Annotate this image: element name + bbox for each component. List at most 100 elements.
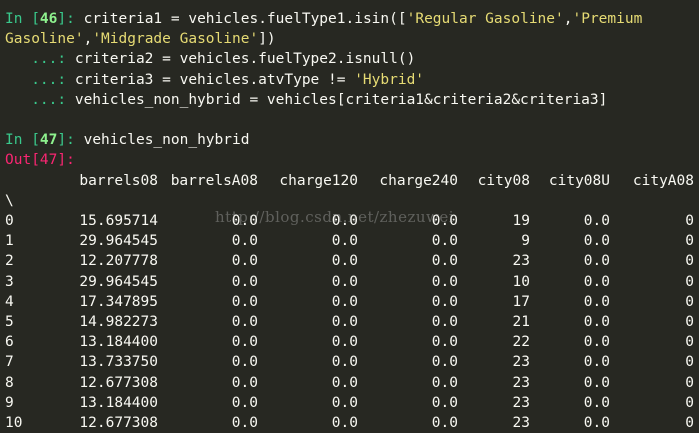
continuation-prompt: ...: bbox=[5, 92, 75, 108]
string-literal: 'Hybrid' bbox=[354, 72, 424, 88]
table-cell: 0 bbox=[610, 292, 694, 312]
column-header: charge120 bbox=[258, 171, 358, 191]
input-line: In [46]: criteria1 = vehicles.fuelType1.… bbox=[5, 9, 699, 29]
table-cell: 23 bbox=[458, 251, 530, 271]
code-text: criteria2 = vehicles.fuelType2.isnull() bbox=[75, 51, 415, 67]
input-prompt: In [47]: bbox=[5, 132, 84, 148]
continuation-line: ...: vehicles_non_hybrid = vehicles[crit… bbox=[5, 90, 699, 110]
table-cell: 0.0 bbox=[158, 211, 258, 231]
table-cell: 0 bbox=[610, 272, 694, 292]
row-index: 8 bbox=[5, 373, 65, 393]
column-header: city08 bbox=[458, 171, 530, 191]
column-header: barrelsA08 bbox=[158, 171, 258, 191]
table-cell: 0.0 bbox=[158, 272, 258, 292]
table-cell: 12.207778 bbox=[65, 251, 158, 271]
table-cell: 0.0 bbox=[358, 251, 458, 271]
row-index: 9 bbox=[5, 393, 65, 413]
table-cell: 17 bbox=[458, 292, 530, 312]
table-cell: 0.0 bbox=[358, 292, 458, 312]
table-cell: 29.964545 bbox=[65, 231, 158, 251]
code-text: criteria3 = vehicles.atvType != bbox=[75, 72, 354, 88]
table-cell: 0.0 bbox=[530, 373, 610, 393]
table-row: 613.1844000.00.00.0220.00 bbox=[5, 332, 694, 352]
table-cell: 23 bbox=[458, 393, 530, 413]
table-cell: 0.0 bbox=[158, 292, 258, 312]
table-cell: 0.0 bbox=[530, 292, 610, 312]
column-header: charge240 bbox=[358, 171, 458, 191]
row-index: 3 bbox=[5, 272, 65, 292]
table-cell: 14.982273 bbox=[65, 312, 158, 332]
table-cell: 0 bbox=[610, 312, 694, 332]
continuation-line: ...: criteria2 = vehicles.fuelType2.isnu… bbox=[5, 49, 699, 69]
table-cell: 0.0 bbox=[258, 373, 358, 393]
table-row: 417.3478950.00.00.0170.00 bbox=[5, 292, 694, 312]
table-row: 913.1844000.00.00.0230.00 bbox=[5, 393, 694, 413]
row-index: 2 bbox=[5, 251, 65, 271]
row-index: 5 bbox=[5, 312, 65, 332]
dataframe-output: barrels08 barrelsA08 charge120 charge240… bbox=[5, 171, 699, 433]
input-line: Gasoline','Midgrade Gasoline']) bbox=[5, 29, 699, 49]
table-cell: 0.0 bbox=[358, 373, 458, 393]
table-cell: 0 bbox=[610, 393, 694, 413]
spacer bbox=[5, 110, 699, 130]
table-cell: 0.0 bbox=[358, 231, 458, 251]
table-cell: 0.0 bbox=[530, 413, 610, 433]
table-body: 015.6957140.00.00.0190.00129.9645450.00.… bbox=[5, 211, 694, 433]
code-text: vehicles_non_hybrid bbox=[84, 132, 250, 148]
table-cell: 0.0 bbox=[158, 413, 258, 433]
column-header: cityA08 bbox=[610, 171, 694, 191]
table-cell: 9 bbox=[458, 231, 530, 251]
table-cell: 0.0 bbox=[158, 231, 258, 251]
row-index: 10 bbox=[5, 413, 65, 433]
continuation-prompt: ...: bbox=[5, 72, 75, 88]
table-cell: 0.0 bbox=[258, 312, 358, 332]
table-cell: 0.0 bbox=[358, 211, 458, 231]
table-row: 329.9645450.00.00.0100.00 bbox=[5, 272, 694, 292]
table-cell: 12.677308 bbox=[65, 413, 158, 433]
table-cell: 13.184400 bbox=[65, 332, 158, 352]
table-cell: 17.347895 bbox=[65, 292, 158, 312]
code-text: vehicles_non_hybrid = vehicles[criteria1… bbox=[75, 92, 608, 108]
code-text: criteria1 = vehicles.fuelType1.isin([ bbox=[84, 11, 407, 27]
table-cell: 0.0 bbox=[258, 272, 358, 292]
table-cell: 0.0 bbox=[530, 393, 610, 413]
table-cell: 23 bbox=[458, 373, 530, 393]
table-cell: 0.0 bbox=[530, 352, 610, 372]
table-cell: 0.0 bbox=[358, 413, 458, 433]
row-index: 7 bbox=[5, 352, 65, 372]
table-cell: 0.0 bbox=[258, 211, 358, 231]
table-cell: 12.677308 bbox=[65, 373, 158, 393]
string-literal: 'Midgrade Gasoline' bbox=[92, 31, 258, 47]
table-cell: 0.0 bbox=[358, 352, 458, 372]
input-prompt: In [46]: bbox=[5, 11, 84, 27]
table-cell: 0 bbox=[610, 251, 694, 271]
ipython-console: In [46]: criteria1 = vehicles.fuelType1.… bbox=[5, 9, 699, 433]
table-cell: 13.733750 bbox=[65, 352, 158, 372]
table-cell: 0.0 bbox=[358, 272, 458, 292]
output-prompt: Out[47]: bbox=[5, 152, 75, 168]
continuation-row: \ bbox=[5, 191, 694, 211]
table-cell: 0.0 bbox=[258, 393, 358, 413]
table-cell: 0.0 bbox=[530, 272, 610, 292]
table-cell: 15.695714 bbox=[65, 211, 158, 231]
continuation-line: ...: criteria3 = vehicles.atvType != 'Hy… bbox=[5, 70, 699, 90]
table-row: 514.9822730.00.00.0210.00 bbox=[5, 312, 694, 332]
table-cell: 0.0 bbox=[530, 251, 610, 271]
table-row: 129.9645450.00.00.090.00 bbox=[5, 231, 694, 251]
table-cell: 0.0 bbox=[358, 393, 458, 413]
table-cell: 0.0 bbox=[258, 292, 358, 312]
row-index: 6 bbox=[5, 332, 65, 352]
table-cell: 0 bbox=[610, 332, 694, 352]
table-cell: 10 bbox=[458, 272, 530, 292]
table-row: 1012.6773080.00.00.0230.00 bbox=[5, 413, 694, 433]
table-cell: 0 bbox=[610, 211, 694, 231]
row-index: 0 bbox=[5, 211, 65, 231]
table-cell: 0.0 bbox=[358, 332, 458, 352]
code-text: ]) bbox=[258, 31, 275, 47]
table-cell: 23 bbox=[458, 352, 530, 372]
table-cell: 0 bbox=[610, 231, 694, 251]
table-cell: 13.184400 bbox=[65, 393, 158, 413]
index-header bbox=[5, 171, 65, 191]
string-literal: Gasoline' bbox=[5, 31, 84, 47]
table-cell: 0.0 bbox=[158, 373, 258, 393]
